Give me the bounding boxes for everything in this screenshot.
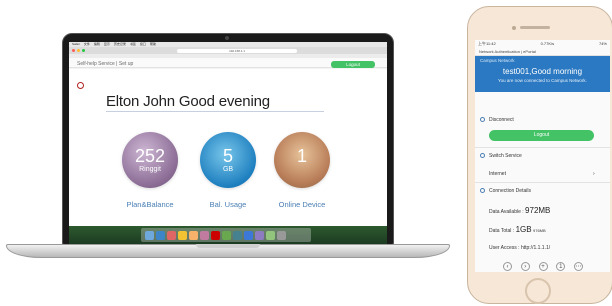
laptop-screen: Safari 文件 编辑 显示 历史记录 书签 窗口 帮助 192.168.1.… xyxy=(69,42,387,244)
laptop-notch xyxy=(196,244,260,248)
online-device-value: 1 xyxy=(296,146,307,166)
app-icon[interactable] xyxy=(233,230,242,240)
data-total-value: 1GB xyxy=(515,225,532,234)
chevron-right-icon: › xyxy=(593,171,595,177)
address-bar[interactable]: 192.168.1.1 xyxy=(177,48,297,53)
home-button[interactable] xyxy=(525,278,551,304)
service-selector[interactable]: Internet › xyxy=(475,171,610,177)
phone-status-bar: 上午11:42 0.77K/s 74% xyxy=(475,40,610,47)
data-total-label: Data Total : xyxy=(489,228,515,234)
bal-usage-value: 5 xyxy=(222,146,233,166)
add-tab-icon[interactable]: + xyxy=(538,262,548,271)
photos-icon[interactable] xyxy=(189,230,198,240)
app-icon[interactable] xyxy=(211,230,220,240)
laptop-camera xyxy=(225,36,229,40)
zoom-window-icon[interactable] xyxy=(82,49,85,52)
status-net-speed: 0.77K/s xyxy=(540,41,555,46)
itunes-icon[interactable] xyxy=(200,230,209,240)
back-icon[interactable]: ‹ xyxy=(503,262,512,271)
dock xyxy=(141,228,311,242)
data-available-value: 972MB xyxy=(525,206,551,215)
close-window-icon[interactable] xyxy=(72,49,75,52)
banner-username: test001,Good morning xyxy=(502,67,583,76)
forward-icon[interactable]: › xyxy=(520,262,530,271)
logout-button[interactable]: Logout xyxy=(331,61,375,68)
more-icon[interactable]: ⋯ xyxy=(574,262,583,271)
data-total-row: Data Total : 1GB 976MB xyxy=(475,225,610,234)
university-logo xyxy=(77,82,107,96)
trash-icon[interactable] xyxy=(277,230,286,240)
tabs-icon[interactable]: 1 xyxy=(556,262,566,271)
disconnect-heading: Disconnect xyxy=(489,117,514,123)
phone-speaker xyxy=(520,26,550,29)
banner-message: You are now connected to Campus Network. xyxy=(498,78,587,83)
calendar-icon[interactable] xyxy=(167,230,176,240)
online-device-label[interactable]: Online Device xyxy=(252,200,352,209)
status-battery: 74% xyxy=(598,41,607,46)
excel-icon[interactable] xyxy=(266,230,275,240)
service-value: Internet xyxy=(489,171,506,177)
divider xyxy=(475,182,610,183)
plan-balance-unit: Ringgit xyxy=(139,166,161,173)
notes-icon[interactable] xyxy=(178,230,187,240)
bal-usage-circle[interactable]: 5 GB xyxy=(200,132,256,188)
finder-icon[interactable] xyxy=(145,230,154,240)
bal-usage-unit: GB xyxy=(222,166,234,173)
status-time: 上午11:42 xyxy=(478,41,496,46)
phone-browser-nav: ‹ › + 1 ⋯ xyxy=(503,262,583,271)
banner-subtitle: Campus Network xyxy=(480,58,515,63)
connection-details-heading: Connection Details xyxy=(489,188,531,194)
data-available-label: Data Available : xyxy=(489,209,524,215)
front-camera xyxy=(512,26,516,30)
plan-balance-value: 252 xyxy=(134,146,166,166)
greeting-text: Elton John Good evening xyxy=(106,93,270,110)
user-access: User Access : http://1.1.1.1/ xyxy=(489,245,551,251)
switch-service-heading: Switch Service xyxy=(489,153,522,159)
qq-icon[interactable] xyxy=(244,230,253,240)
app-icon[interactable] xyxy=(255,230,264,240)
divider xyxy=(475,147,610,148)
greeting-divider xyxy=(106,111,324,112)
seal-icon xyxy=(77,82,84,89)
data-available-row: Data Available : 972MB xyxy=(475,206,610,215)
data-total-extra: 976MB xyxy=(533,228,546,233)
wechat-icon[interactable] xyxy=(222,230,231,240)
plan-balance-circle[interactable]: 252 Ringgit xyxy=(122,132,178,188)
online-device-circle[interactable]: 1 xyxy=(274,132,330,188)
minimize-window-icon[interactable] xyxy=(77,49,80,52)
phone-page-title: Network Authentication | ePortal xyxy=(475,47,610,56)
portal-nav[interactable]: Self-help Service | Set up xyxy=(77,61,133,67)
browser-toolbar: 192.168.1.1 xyxy=(69,47,387,54)
safari-icon[interactable] xyxy=(156,230,165,240)
phone-logout-button[interactable]: Logout xyxy=(489,130,594,141)
scene: Safari 文件 编辑 显示 历史记录 书签 窗口 帮助 192.168.1.… xyxy=(0,0,612,306)
phone-screen: 上午11:42 0.77K/s 74% Network Authenticati… xyxy=(475,40,610,272)
